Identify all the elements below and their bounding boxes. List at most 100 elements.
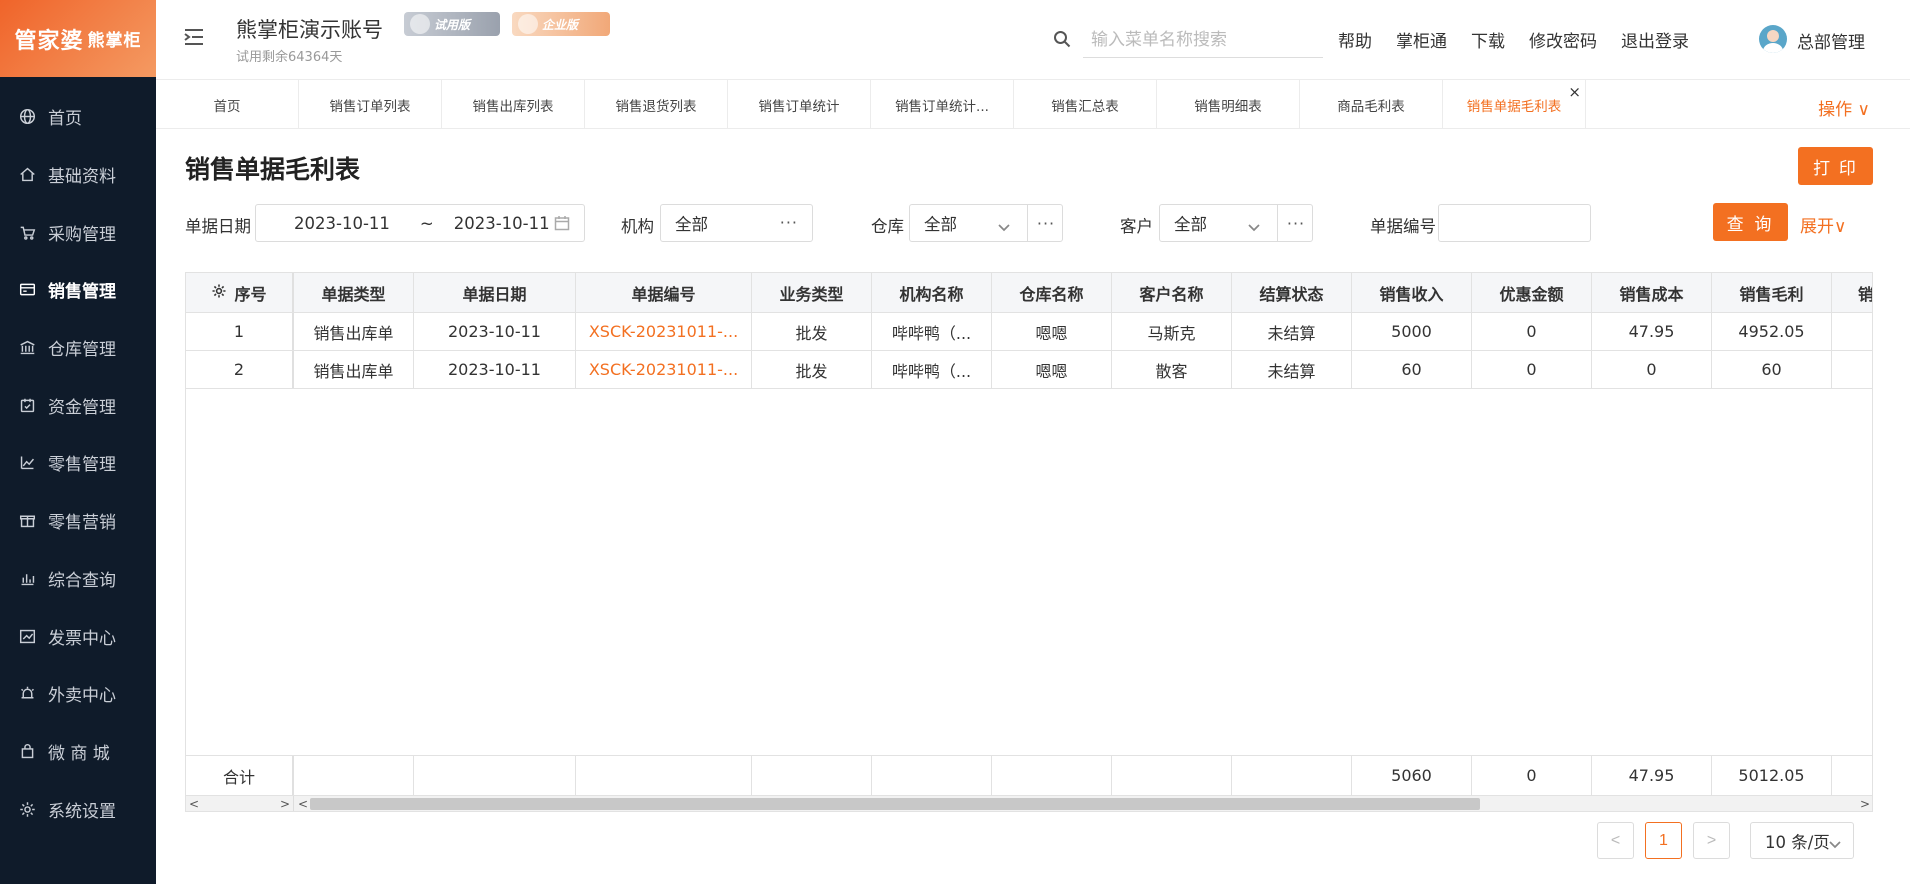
org-selector[interactable]: 全部 ··· — [660, 204, 813, 242]
frozen-scroll-pane[interactable]: < > — [186, 796, 294, 811]
date-to[interactable]: 2023-10-11 — [454, 214, 550, 233]
column-header[interactable]: 优惠金额 — [1472, 273, 1592, 312]
tab-label: 销售订单统计... — [895, 98, 989, 115]
download-link[interactable]: 下载 — [1471, 27, 1505, 52]
print-button[interactable]: 打 印 — [1798, 147, 1873, 185]
more-icon[interactable]: ··· — [780, 213, 798, 232]
horizontal-scrollbar[interactable]: < > < > — [186, 795, 1872, 811]
tab-operations-dropdown[interactable]: 操作 ∨ — [1818, 95, 1870, 120]
table-cell: 批发 — [752, 313, 872, 350]
sidebar-item-takeout[interactable]: 外卖中心 — [0, 665, 156, 723]
sidebar-item-mall[interactable]: 微 商 城 — [0, 723, 156, 781]
table-footer-total: 合计 5060 0 47.95 5012.05 — [186, 755, 1872, 795]
doc-no-link[interactable]: XSCK-20231011-... — [576, 351, 752, 388]
trial-badge-label: 试用版 — [434, 17, 471, 32]
sidebar-item-retail[interactable]: 零售管理 — [0, 434, 156, 492]
scroll-right-icon[interactable]: > — [1860, 796, 1870, 811]
help-link[interactable]: 帮助 — [1338, 27, 1372, 52]
column-header[interactable]: 业务类型 — [752, 273, 872, 312]
column-header[interactable]: 单据日期 — [414, 273, 576, 312]
table-cell: 未结算 — [1232, 351, 1352, 388]
sidebar: 管家婆 熊掌柜 首页 基础资料 采购管理 销售管理 仓库管理 资金管理 零售管理… — [0, 0, 156, 884]
calendar-icon — [17, 395, 37, 415]
warehouse-select[interactable]: 全部 ··· — [909, 204, 1063, 242]
table-cell — [1832, 351, 1872, 388]
total-cell: 0 — [1472, 756, 1592, 795]
change-password-link[interactable]: 修改密码 — [1529, 27, 1597, 52]
sidebar-item-query[interactable]: 综合查询 — [0, 550, 156, 608]
column-header-seq[interactable]: 序号 — [186, 273, 294, 312]
scroll-right-icon[interactable]: > — [280, 796, 290, 811]
trial-remaining: 试用剩余64364天 — [236, 50, 343, 65]
user-name[interactable]: 总部管理 — [1797, 28, 1865, 53]
tab-home[interactable]: 首页 — [156, 80, 299, 129]
sidebar-item-settings[interactable]: 系统设置 — [0, 780, 156, 838]
page-size-select[interactable]: 10 条/页 — [1750, 822, 1854, 859]
page-1-button[interactable]: 1 — [1645, 822, 1682, 859]
table-row[interactable]: 1 销售出库单 2023-10-11 XSCK-20231011-... 批发 … — [186, 313, 1872, 351]
table-cell — [414, 756, 576, 795]
logout-link[interactable]: 退出登录 — [1621, 27, 1689, 52]
brand-logo[interactable]: 管家婆 熊掌柜 — [0, 0, 156, 77]
table-cell — [576, 756, 752, 795]
tab-sales-order-stats-2[interactable]: 销售订单统计... — [871, 80, 1014, 129]
sidebar-item-purchase[interactable]: 采购管理 — [0, 203, 156, 261]
sidebar-item-warehouse[interactable]: 仓库管理 — [0, 319, 156, 377]
doc-no-input[interactable] — [1438, 204, 1591, 242]
date-from[interactable]: 2023-10-11 — [294, 214, 390, 233]
customer-select[interactable]: 全部 ··· — [1159, 204, 1313, 242]
expand-link[interactable]: 展开∨ — [1800, 212, 1846, 237]
table-cell: 哔哔鸭（... — [872, 313, 992, 350]
warehouse-more-button[interactable]: ··· — [1027, 204, 1064, 242]
calendar-icon[interactable] — [554, 215, 570, 231]
table-cell — [1832, 756, 1872, 795]
sidebar-item-invoice[interactable]: 发票中心 — [0, 607, 156, 665]
card-icon — [17, 280, 37, 300]
column-header[interactable]: 仓库名称 — [992, 273, 1112, 312]
column-header[interactable]: 销售收入 — [1352, 273, 1472, 312]
menu-search-input[interactable] — [1083, 22, 1323, 58]
close-icon[interactable]: × — [1568, 83, 1581, 101]
query-button[interactable]: 查 询 — [1713, 203, 1788, 241]
zhanggui-tong-link[interactable]: 掌柜通 — [1396, 27, 1447, 52]
tab-sales-detail[interactable]: 销售明细表 — [1157, 80, 1300, 129]
tab-sales-order-stats[interactable]: 销售订单统计 — [728, 80, 871, 129]
home-icon — [17, 165, 37, 185]
scroll-left-icon[interactable]: < — [298, 796, 308, 811]
scroll-left-icon[interactable]: < — [189, 796, 199, 811]
customer-more-button[interactable]: ··· — [1277, 204, 1314, 242]
doc-no-filter-label: 单据编号 — [1370, 217, 1436, 236]
column-header[interactable]: 单据编号 — [576, 273, 752, 312]
scrollbar-thumb[interactable] — [310, 798, 1480, 810]
gear-icon[interactable] — [211, 283, 234, 303]
column-header[interactable]: 客户名称 — [1112, 273, 1232, 312]
next-page-button[interactable]: > — [1693, 822, 1730, 859]
column-header[interactable]: 机构名称 — [872, 273, 992, 312]
tab-sales-return-list[interactable]: 销售退货列表 — [585, 80, 728, 129]
sidebar-item-basic-data[interactable]: 基础资料 — [0, 146, 156, 204]
sidebar-item-funds[interactable]: 资金管理 — [0, 376, 156, 434]
search-icon[interactable] — [1053, 30, 1071, 48]
table-cell — [872, 756, 992, 795]
sidebar-item-marketing[interactable]: 零售营销 — [0, 492, 156, 550]
tab-sales-order-list[interactable]: 销售订单列表 — [299, 80, 442, 129]
tab-sales-doc-margin[interactable]: 销售单据毛利表 × — [1443, 80, 1586, 129]
column-header[interactable]: 单据类型 — [294, 273, 414, 312]
date-range-picker[interactable]: 2023-10-11 ~ 2023-10-11 — [255, 204, 585, 242]
doc-no-link[interactable]: XSCK-20231011-... — [576, 313, 752, 350]
column-header[interactable]: 结算状态 — [1232, 273, 1352, 312]
chart-icon — [17, 453, 37, 473]
avatar[interactable] — [1759, 25, 1787, 53]
tab-product-margin[interactable]: 商品毛利表 — [1300, 80, 1443, 129]
sidebar-item-sales[interactable]: 销售管理 — [0, 261, 156, 319]
sidebar-item-home[interactable]: 首页 — [0, 88, 156, 146]
prev-page-button[interactable]: < — [1597, 822, 1634, 859]
column-header[interactable]: 销售成本 — [1592, 273, 1712, 312]
menu-toggle-icon[interactable] — [184, 28, 204, 46]
tab-label: 销售明细表 — [1194, 98, 1262, 115]
table-row[interactable]: 2 销售出库单 2023-10-11 XSCK-20231011-... 批发 … — [186, 351, 1872, 389]
tab-sales-summary[interactable]: 销售汇总表 — [1014, 80, 1157, 129]
column-header[interactable]: 销售毛利 — [1712, 273, 1832, 312]
column-header[interactable]: 销 — [1832, 273, 1872, 312]
tab-sales-outbound-list[interactable]: 销售出库列表 — [442, 80, 585, 129]
